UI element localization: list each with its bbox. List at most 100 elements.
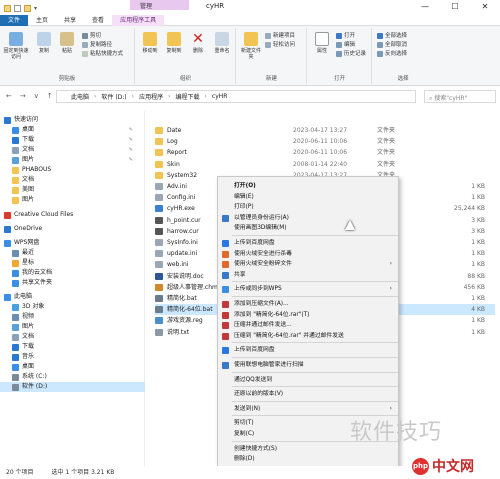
context-menu-item[interactable]: 删除(D): [218, 454, 398, 464]
sidebar-item-label: 星标: [22, 259, 35, 266]
paste-button[interactable]: 粘贴: [55, 32, 79, 54]
sidebar-item[interactable]: 视频: [0, 312, 145, 322]
sidebar-item[interactable]: 3D 对象: [0, 302, 145, 312]
new-item-button[interactable]: 新建项目: [265, 32, 295, 40]
tab-home[interactable]: 主页: [28, 15, 56, 26]
sidebar-item[interactable]: 文档 ✎: [0, 145, 145, 155]
context-menu-item[interactable]: 还原以前的版本(V): [218, 389, 398, 399]
breadcrumb-this-pc[interactable]: 此电脑: [71, 92, 89, 101]
context-menu-item[interactable]: 打印(P): [218, 202, 398, 212]
context-menu-item[interactable]: 上传到百度网盘: [218, 238, 398, 248]
tab-share[interactable]: 共享: [56, 15, 84, 26]
search-input[interactable]: ⌕ 搜索"cyHR": [424, 90, 496, 103]
minimize-button[interactable]: —: [410, 0, 440, 14]
pin-icon: ✎: [128, 147, 133, 153]
breadcrumb-downloads[interactable]: 编程下载: [175, 92, 199, 101]
context-menu-item[interactable]: 编辑(E): [218, 192, 398, 202]
new-folder-button[interactable]: 新建文件夹: [239, 32, 263, 60]
context-menu-item[interactable]: 使用火绒安全粉碎文件 ›: [218, 259, 398, 269]
context-menu-item[interactable]: 以管理员身份运行(A): [218, 213, 398, 223]
sidebar-item[interactable]: 此电脑: [0, 292, 145, 302]
history-button[interactable]: 历史记录: [336, 50, 366, 58]
copy-button[interactable]: 复制: [32, 32, 56, 54]
maximize-button[interactable]: ☐: [440, 0, 470, 14]
open-button[interactable]: 打开: [336, 32, 355, 40]
chevron-down-icon[interactable]: ▾: [34, 5, 37, 12]
delete-button[interactable]: ✕ 删除: [186, 32, 210, 54]
sidebar-item[interactable]: WPS网盘: [0, 238, 145, 248]
context-menu-item[interactable]: 通过QQ发送到: [218, 375, 398, 385]
sidebar-item[interactable]: 下载: [0, 342, 145, 352]
context-menu-item[interactable]: 使用画图3D编辑(M): [218, 223, 398, 233]
context-menu-item[interactable]: 打开(O): [218, 181, 398, 191]
breadcrumb-cyhr[interactable]: cyHR: [212, 93, 228, 100]
cut-button[interactable]: 剪切: [82, 32, 101, 40]
copy-to-button[interactable]: 复制到: [162, 32, 186, 54]
file-row[interactable]: Date 2023-04-17 13:27 文件夹: [155, 125, 495, 136]
copy-path-button[interactable]: 复制路径: [82, 41, 112, 49]
sidebar-item[interactable]: 我的云文档: [0, 268, 145, 278]
properties-icon[interactable]: [14, 4, 21, 12]
sidebar-item[interactable]: Creative Cloud Files: [0, 210, 145, 220]
sidebar-item[interactable]: 图片: [0, 322, 145, 332]
close-button[interactable]: ✕: [470, 0, 500, 14]
sidebar-item[interactable]: OneDrive: [0, 224, 145, 234]
folder-icon: [12, 196, 19, 204]
forward-arrow-icon[interactable]: →: [20, 92, 26, 100]
picture-icon: [12, 156, 19, 164]
context-menu-item[interactable]: 上传到百度网盘: [218, 345, 398, 355]
context-menu-item[interactable]: 添加到 "精简化-64位.rar"(T): [218, 310, 398, 320]
sidebar-item[interactable]: 图片 ✎: [0, 155, 145, 165]
edit-button[interactable]: 编辑: [336, 41, 355, 49]
recent-locations-icon[interactable]: ∨: [34, 92, 39, 100]
breadcrumb-apps[interactable]: 应用程序: [139, 92, 163, 101]
pin-to-quick-access-button[interactable]: 固定到快速访问: [2, 32, 30, 60]
sidebar-item[interactable]: 图片: [0, 195, 145, 205]
file-row[interactable]: Skin 2008-01-14 22:40 文件夹: [155, 159, 495, 170]
context-menu-item[interactable]: 使用火绒安全进行杀毒: [218, 249, 398, 259]
context-menu-item[interactable]: 共享: [218, 270, 398, 280]
context-menu-item[interactable]: 发送到(N) ›: [218, 404, 398, 414]
file-row[interactable]: Log 2020-06-11 10:06 文件夹: [155, 136, 495, 147]
tab-view[interactable]: 查看: [84, 15, 112, 26]
sidebar-item[interactable]: 系统 (C:): [0, 372, 145, 382]
sidebar-item[interactable]: 下载 ✎: [0, 135, 145, 145]
context-menu-item[interactable]: 使用联想电脑管家进行扫描: [218, 360, 398, 370]
properties-button[interactable]: 属性: [310, 32, 334, 54]
context-menu-item[interactable]: 添加到压缩文件(A)...: [218, 299, 398, 309]
move-to-button[interactable]: 移动到: [138, 32, 162, 54]
context-menu-item[interactable]: 压缩到 "精简化-64位.rar" 并通过邮件发送: [218, 331, 398, 341]
tab-file[interactable]: 文件: [0, 15, 29, 26]
sidebar-item[interactable]: 文档: [0, 332, 145, 342]
sidebar-item[interactable]: 桌面 ✎: [0, 125, 145, 135]
file-name: Log: [167, 138, 178, 146]
rename-icon: [215, 32, 229, 46]
sidebar-item[interactable]: PHABOUS: [0, 165, 145, 175]
breadcrumb-drive-d[interactable]: 软件 (D:): [101, 92, 126, 101]
folder-icon[interactable]: [4, 4, 11, 12]
sidebar-item[interactable]: 软件 (D:): [0, 382, 145, 392]
rename-button[interactable]: 重命名: [210, 32, 234, 54]
sidebar-item[interactable]: 音乐: [0, 352, 145, 362]
back-arrow-icon[interactable]: ←: [6, 92, 12, 100]
select-all-button[interactable]: 全部选择: [377, 32, 407, 40]
easy-access-button[interactable]: 轻松访问: [265, 41, 295, 49]
sidebar-item[interactable]: 最近: [0, 248, 145, 258]
invert-selection-button[interactable]: 反向选择: [377, 50, 407, 58]
sidebar-item[interactable]: 文档: [0, 175, 145, 185]
paste-shortcut-button[interactable]: 粘贴快捷方式: [82, 50, 123, 58]
sidebar-item[interactable]: 星标: [0, 258, 145, 268]
context-menu-item[interactable]: 上传或同步到WPS ›: [218, 284, 398, 294]
address-bar[interactable]: 此电脑 › 软件 (D:) › 应用程序 › 编程下载 › cyHR: [56, 90, 416, 103]
file-name: 游戏资源.reg: [167, 317, 203, 325]
context-menu-item[interactable]: 压缩并通过邮件发送...: [218, 320, 398, 330]
sidebar-item[interactable]: 快速访问: [0, 115, 145, 125]
sidebar-item[interactable]: 桌面: [0, 362, 145, 372]
sidebar-item[interactable]: 共享文件夹: [0, 278, 145, 288]
up-arrow-icon[interactable]: ↑: [47, 92, 53, 100]
select-none-button[interactable]: 全部取消: [377, 41, 407, 49]
new-folder-icon[interactable]: [24, 4, 31, 12]
file-row[interactable]: Report 2020-06-11 10:06 文件夹: [155, 147, 495, 158]
tab-application-tools[interactable]: 应用程序工具: [112, 15, 165, 26]
sidebar-item[interactable]: 美图: [0, 185, 145, 195]
